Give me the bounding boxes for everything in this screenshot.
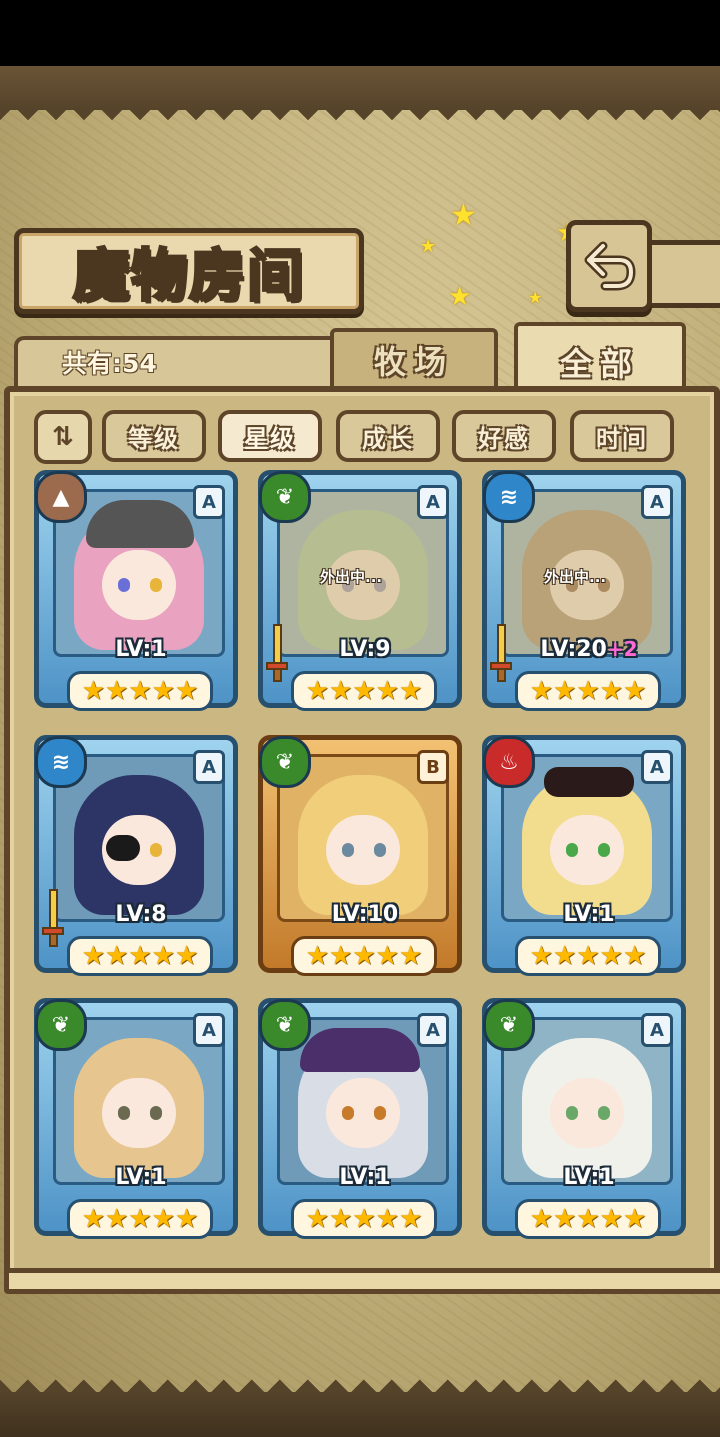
monster-level: LV:1: [563, 1165, 615, 1190]
sparkle-icon: ★: [450, 198, 477, 233]
leaf-icon: ❦: [483, 999, 535, 1051]
water-icon: ≋: [483, 471, 535, 523]
monster-level: LV:20+2: [540, 637, 638, 662]
sparkle-icon: ★: [528, 288, 543, 307]
monster-card[interactable]: ❦ B LV:10 ★★★★★: [258, 735, 462, 976]
sort-level-button[interactable]: 等级: [102, 410, 206, 462]
page-title: 魔物房间: [72, 241, 305, 310]
star-rating: ★★★★★: [67, 671, 213, 711]
earth-icon: ▲: [35, 471, 87, 523]
monster-count: 共有:54: [62, 349, 157, 378]
tab-ranch[interactable]: 牧场: [330, 328, 498, 388]
sort-level-label: 等级: [128, 424, 180, 453]
sort-star-button[interactable]: 星级: [218, 410, 322, 462]
back-button[interactable]: [566, 220, 652, 312]
top-bar: [0, 0, 720, 66]
leaf-icon: ❦: [259, 736, 311, 788]
frame-edge-top: [0, 108, 720, 130]
rank-badge: A: [193, 1013, 225, 1047]
monster-card[interactable]: ♨ A LV:1 ★★★★★: [482, 735, 686, 976]
sort-affection-label: 好感: [478, 424, 530, 453]
sort-time-label: 时间: [596, 424, 648, 453]
rank-badge: A: [641, 750, 673, 784]
rank-badge: A: [641, 485, 673, 519]
sort-order-toggle[interactable]: ⇅: [34, 410, 92, 464]
frame-edge-bottom: [0, 1370, 720, 1392]
sparkle-icon: ★: [448, 282, 472, 312]
rank-badge: B: [417, 750, 449, 784]
star-rating: ★★★★★: [67, 936, 213, 976]
monster-card[interactable]: ❦ A LV:1 ★★★★★: [258, 998, 462, 1239]
sort-growth-button[interactable]: 成长: [336, 410, 440, 462]
monster-level: LV:1: [115, 637, 167, 662]
monster-level: LV:8: [115, 902, 167, 927]
monster-level: LV:9: [339, 637, 391, 662]
star-rating: ★★★★★: [291, 1199, 437, 1239]
monster-level: LV:1: [563, 902, 615, 927]
back-button-tab: [646, 240, 720, 308]
monster-level: LV:1: [339, 1165, 391, 1190]
sort-affection-button[interactable]: 好感: [452, 410, 556, 462]
sort-star-label: 星级: [244, 424, 296, 453]
level-bonus: +2: [606, 637, 638, 661]
water-icon: ≋: [35, 736, 87, 788]
star-rating: ★★★★★: [515, 671, 661, 711]
leaf-icon: ❦: [259, 471, 311, 523]
star-rating: ★★★★★: [291, 936, 437, 976]
fire-icon: ♨: [483, 736, 535, 788]
monster-card[interactable]: 外出中... ≋ A LV:20+2 ★★★★★: [482, 470, 686, 711]
rank-badge: A: [417, 485, 449, 519]
back-arrow-icon: [584, 241, 636, 291]
away-status: 外出中...: [544, 568, 607, 586]
panel-bottom-rail: [4, 1268, 720, 1294]
star-rating: ★★★★★: [515, 936, 661, 976]
wood-frame-bottom: [0, 1392, 720, 1437]
rank-badge: A: [641, 1013, 673, 1047]
star-rating: ★★★★★: [67, 1199, 213, 1239]
rank-badge: A: [193, 485, 225, 519]
monster-card[interactable]: ❦ A LV:1 ★★★★★: [482, 998, 686, 1239]
star-rating: ★★★★★: [291, 671, 437, 711]
monster-level: LV:10: [331, 902, 399, 927]
leaf-icon: ❦: [259, 999, 311, 1051]
monster-card[interactable]: 外出中... ❦ A LV:9 ★★★★★: [258, 470, 462, 711]
sort-order-icon: ⇅: [52, 422, 74, 452]
title-plate: 魔物房间: [14, 228, 364, 314]
leaf-icon: ❦: [35, 999, 87, 1051]
sparkle-icon: ★: [420, 236, 437, 257]
monster-card[interactable]: ▲ A LV:1 ★★★★★: [34, 470, 238, 711]
sort-time-button[interactable]: 时间: [570, 410, 674, 462]
away-status: 外出中...: [320, 568, 383, 586]
sort-growth-label: 成长: [362, 424, 414, 453]
monster-level: LV:1: [115, 1165, 167, 1190]
tab-ranch-label: 牧场: [373, 343, 454, 381]
tab-all-label: 全部: [559, 345, 640, 383]
monster-card[interactable]: ❦ A LV:1 ★★★★★: [34, 998, 238, 1239]
rank-badge: A: [417, 1013, 449, 1047]
wood-frame-top: [0, 66, 720, 110]
monster-card[interactable]: ≋ A LV:8 ★★★★★: [34, 735, 238, 976]
rank-badge: A: [193, 750, 225, 784]
star-rating: ★★★★★: [515, 1199, 661, 1239]
